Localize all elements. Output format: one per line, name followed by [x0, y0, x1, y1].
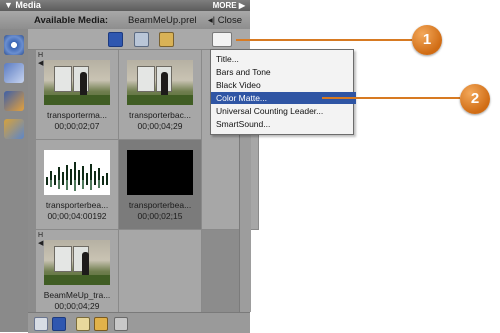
- menu-item-bars-and-tone[interactable]: Bars and Tone: [211, 66, 356, 78]
- image-filter-icon[interactable]: [159, 32, 174, 47]
- media-filter-toolbar: [28, 29, 250, 50]
- panel-header: ▼ Media MORE ▶: [0, 0, 250, 11]
- waveform-bar: [54, 175, 56, 185]
- thumbnail-bush: [44, 275, 110, 285]
- panel-title: ▼ Media: [4, 0, 41, 10]
- trash-icon[interactable]: [114, 317, 128, 331]
- project-file-name: BeamMeUp.prel: [128, 15, 197, 26]
- media-name: transporterbea...: [128, 200, 192, 210]
- menu-item-smartsound[interactable]: SmartSound...: [211, 118, 356, 130]
- more-button[interactable]: MORE ▶: [213, 0, 245, 11]
- waveform-reflection: [50, 180, 52, 187]
- media-duration: 00;00;04;29: [137, 121, 183, 131]
- media-duration: 00;00;02;15: [137, 211, 183, 221]
- list-view-icon[interactable]: [34, 317, 48, 331]
- media-name: transporterma...: [47, 110, 107, 120]
- media-name: BeamMeUp_tra...: [43, 290, 111, 300]
- folder-icon[interactable]: [94, 317, 108, 331]
- thumbnail-window: [54, 246, 72, 272]
- clip-type-icon: H ◀: [38, 232, 44, 247]
- callout-2-line: [322, 97, 460, 99]
- audio-filter-icon[interactable]: [134, 32, 149, 47]
- black-thumbnail: [127, 150, 193, 195]
- media-name: transporterbea...: [45, 200, 109, 210]
- empty-cell: [119, 230, 202, 320]
- waveform-reflection: [90, 180, 92, 190]
- available-media-label: Available Media:: [34, 15, 109, 26]
- available-media-bar: Available Media: BeamMeUp.prel ◂| Close: [0, 11, 250, 29]
- media-item[interactable]: H ◀ transporterma... 00;00;02;07: [36, 50, 119, 140]
- media-item[interactable]: transporterbea... 00;00;04:00192: [36, 140, 119, 230]
- waveform-bar: [46, 177, 48, 185]
- waveform-bar: [94, 171, 96, 185]
- media-item-selected[interactable]: transporterbea... 00;00;02;15: [119, 140, 202, 230]
- media-item[interactable]: H ◀ BeamMeUp_tra... 00;00;04;29: [36, 230, 119, 320]
- icon-view-icon[interactable]: [52, 317, 66, 331]
- close-label[interactable]: Close: [218, 15, 242, 26]
- waveform-thumbnail: [44, 150, 110, 195]
- media-reel-icon[interactable]: [4, 35, 24, 55]
- clip-type-icon: H ◀: [38, 52, 44, 67]
- callout-1: 1: [412, 25, 442, 55]
- side-toolbar: [0, 29, 28, 332]
- thumbnail: [44, 60, 110, 105]
- media-item[interactable]: transporterbac... 00;00;04;29: [119, 50, 202, 140]
- thumbnail: [127, 60, 193, 105]
- new-item-dropdown-menu: Title... Bars and Tone Black Video Color…: [210, 49, 356, 135]
- thumbnail-bush: [44, 95, 110, 105]
- media-name: transporterbac...: [129, 110, 191, 120]
- titles-icon[interactable]: [4, 119, 24, 139]
- panel-title-text: Media: [15, 0, 41, 10]
- waveform-reflection: [58, 180, 60, 189]
- new-item-icon[interactable]: [212, 32, 232, 47]
- close-button[interactable]: ◂| Close: [208, 15, 242, 26]
- menu-item-counting-leader[interactable]: Universal Counting Leader...: [211, 105, 356, 117]
- waveform-bar: [70, 169, 72, 185]
- menu-item-black-video[interactable]: Black Video: [211, 79, 356, 91]
- thumbnail-bush: [127, 95, 193, 105]
- waveform-bar: [86, 173, 88, 185]
- waveform-bar: [106, 173, 108, 185]
- more-label[interactable]: MORE: [213, 1, 237, 10]
- thumbnail-window: [54, 66, 72, 92]
- waveform-reflection: [98, 180, 100, 188]
- callout-1-line: [236, 39, 412, 41]
- effects-icon[interactable]: [4, 63, 24, 83]
- thumbnail: [44, 240, 110, 285]
- transitions-icon[interactable]: [4, 91, 24, 111]
- media-duration: 00;00;02;07: [54, 121, 100, 131]
- thumbnail-window: [137, 66, 155, 92]
- waveform-bar: [62, 172, 64, 185]
- menu-item-title[interactable]: Title...: [211, 53, 356, 65]
- callout-2: 2: [460, 84, 490, 114]
- new-item-icon[interactable]: [76, 317, 90, 331]
- media-duration: 00;00;04;29: [54, 301, 100, 311]
- video-filter-icon[interactable]: [108, 32, 123, 47]
- panel-bottom-toolbar: [28, 312, 250, 333]
- waveform-reflection: [82, 180, 84, 189]
- waveform-bar: [78, 170, 80, 185]
- waveform-reflection: [74, 180, 76, 191]
- waveform-reflection: [66, 180, 68, 190]
- waveform-bar: [102, 176, 104, 185]
- media-duration: 00;00;04:00192: [47, 211, 107, 221]
